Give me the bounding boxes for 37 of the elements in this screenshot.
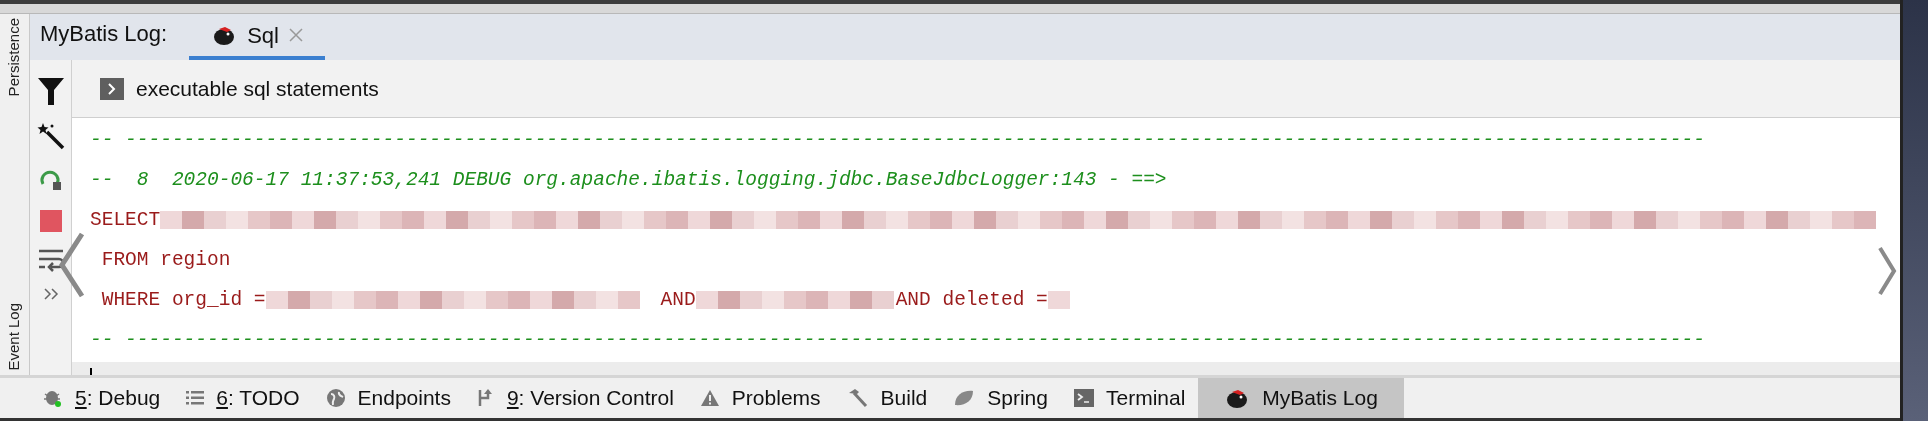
tool-tab[interactable]: Problems <box>686 378 834 418</box>
tool-tab[interactable]: Build <box>833 378 941 418</box>
filter-icon[interactable] <box>36 76 65 106</box>
sql-text: SELECT <box>90 208 161 233</box>
magic-wand-icon[interactable] <box>36 122 65 150</box>
stop-icon[interactable] <box>39 210 62 232</box>
more-icon[interactable] <box>42 288 59 300</box>
chevron-right-icon[interactable] <box>1876 245 1898 297</box>
bug-icon <box>43 388 63 408</box>
tool-tab[interactable]: Endpoints <box>312 378 464 418</box>
sql-text: AND <box>660 288 696 313</box>
tool-tab[interactable]: 9: Version Control <box>463 378 687 418</box>
separator-comment: -- --------------------------------------------------------------------------------------------------------------------------------------- <box>90 128 1706 153</box>
terminal-icon <box>1073 389 1094 407</box>
tool-tab[interactable]: MyBatis Log <box>1198 378 1404 418</box>
tool-tab[interactable]: 6: TODO <box>173 378 313 418</box>
warning-icon <box>699 389 720 407</box>
separator-comment: -- --------------------------------------------------------------------------------------------------------------------------------------- <box>90 328 1706 353</box>
group-label: executable sql statements <box>136 75 379 102</box>
side-tab[interactable]: Persistence <box>3 18 26 97</box>
sql-text: AND deleted = <box>895 288 1048 313</box>
tool-window-title: MyBatis Log: <box>40 20 168 48</box>
list-icon <box>186 390 205 406</box>
tab-label: Sql <box>247 21 279 50</box>
tool-tab[interactable]: Terminal <box>1060 378 1199 418</box>
sql-text: FROM region <box>100 248 231 273</box>
soft-wrap-icon[interactable] <box>36 248 65 272</box>
branch-arrow-icon <box>476 388 495 408</box>
side-tab[interactable]: Event Log <box>3 303 26 371</box>
sql-text: WHERE org_id = <box>100 288 266 313</box>
expand-icon[interactable] <box>100 77 124 100</box>
log-comment: -- 8 2020-06-17 11:37:53,241 DEBUG org.apache.ibatis.logging.jdbc.BaseJdbcLogger:143 - ==> <box>90 168 1168 193</box>
leaf-icon <box>953 389 976 407</box>
chevron-left-icon[interactable] <box>58 230 86 300</box>
globe-icon <box>325 388 346 408</box>
tool-tab[interactable]: 5: Debug <box>30 378 174 418</box>
tool-tab[interactable]: Spring <box>940 378 1061 418</box>
